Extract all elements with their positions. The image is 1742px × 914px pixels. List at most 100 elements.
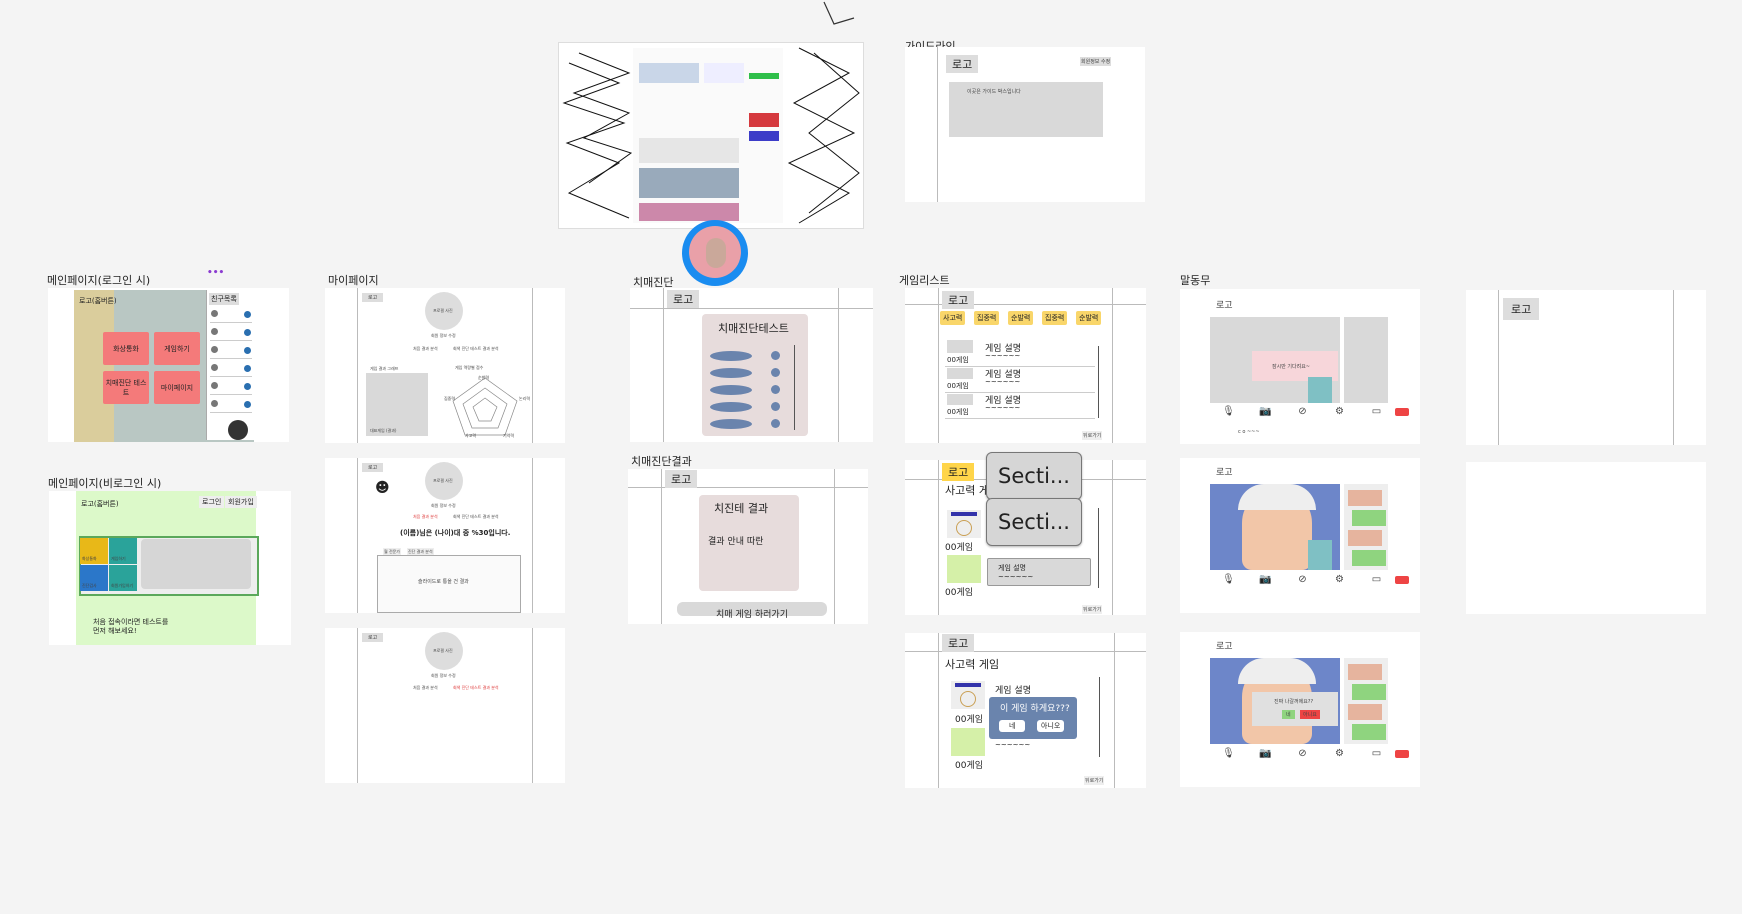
section-card[interactable]: Secti... (986, 452, 1082, 500)
go-game-button[interactable]: 치매 게임 하러가기 (677, 602, 827, 620)
slide-box[interactable]: 슬라이드로 통을 건 결과 (377, 555, 521, 613)
modal-no-button[interactable]: 아니오 (1037, 720, 1065, 732)
settings-icon[interactable]: ⚙ (1321, 748, 1358, 759)
result-subtitle: 결과 안내 따란 (708, 537, 764, 547)
mic-icon[interactable]: 🎙 (1210, 748, 1247, 759)
answer-option[interactable] (710, 385, 752, 395)
mic-icon[interactable]: 🎙 (1210, 406, 1247, 417)
section-card[interactable]: Secti... (986, 498, 1082, 546)
frame-mypage-3: 로고 프로필 사진 회원 정보 수정 처음 결과 분석 회색 진단 테스트 결과… (325, 628, 565, 783)
arrow-icon (823, 1, 855, 25)
category-chip[interactable]: 사고력 (940, 311, 966, 325)
logo[interactable]: 로고 (946, 55, 979, 73)
list-item[interactable] (210, 326, 252, 341)
category-chip[interactable]: 집중력 (974, 311, 1000, 325)
category-title: 사고력 게임 (945, 658, 1000, 671)
frame-talk-2: 로고 🎙 📷 ⊘ ⚙ ▭ (1180, 458, 1420, 613)
exit-yes-button[interactable]: 네 (1282, 710, 1295, 719)
back-button[interactable]: 뒤로가기 (1082, 605, 1103, 614)
logo-home[interactable]: 로고(홈버튼) (79, 296, 117, 306)
video-call-button[interactable]: 화상통화 (103, 332, 149, 365)
video-off-icon[interactable]: ⊘ (1284, 748, 1321, 759)
answer-option[interactable] (710, 419, 752, 429)
tab-test-result[interactable]: 회색 진단 테스트 결과 분석 (453, 346, 499, 352)
signup-button[interactable]: 회원가입 (225, 496, 257, 508)
tile-test[interactable]: 진단검사 (80, 565, 108, 591)
tab-test-result[interactable]: 회색 진단 테스트 결과 분석 (453, 685, 499, 691)
list-item[interactable] (210, 344, 252, 359)
mypage-button[interactable]: 마이페이지 (154, 371, 200, 404)
frame-guide: 로고 회원정보 수정 이곳은 가이드 박스입니다 (905, 47, 1145, 202)
frame-talk-3: 로고 진짜 나갈꺼에요?? 네 아니요 🎙 📷 ⊘ ⚙ ▭ (1180, 632, 1420, 787)
category-chip[interactable]: 순발력 (1076, 311, 1102, 325)
profile-photo[interactable]: 프로필 사진 (425, 292, 463, 330)
smile-icon: ☻ (375, 480, 390, 496)
modal-yes-button[interactable]: 네 (999, 720, 1026, 732)
guide-top-right[interactable]: 회원정보 수정 (1080, 57, 1112, 66)
end-call-button[interactable] (1395, 407, 1409, 416)
diag-title: 치매진단테스트 (718, 322, 789, 335)
scrollbar[interactable] (1098, 346, 1099, 418)
list-item[interactable] (210, 308, 252, 323)
answer-option[interactable] (710, 351, 752, 361)
camera-icon[interactable]: 📷 (1247, 574, 1284, 585)
frame-title-mypage: 마이페이지 (328, 274, 379, 287)
call-controls: 🎙 📷 ⊘ ⚙ ▭ (1210, 748, 1409, 759)
scrollbar[interactable] (1099, 677, 1100, 757)
video-off-icon[interactable]: ⊘ (1284, 574, 1321, 585)
tile-video[interactable]: 화상통화 (80, 538, 108, 564)
frame-title-main-guest: 메인페이지(비로그인 시) (48, 477, 162, 490)
test-button[interactable]: 치매진단 테스트 (103, 371, 149, 404)
frame-title-talk: 말동무 (1180, 274, 1211, 287)
tile-game[interactable]: 게임하기 (109, 538, 137, 564)
chat-icon[interactable]: ▭ (1358, 748, 1395, 759)
answer-option[interactable] (710, 402, 752, 412)
back-button[interactable]: 뒤로가기 (1084, 776, 1105, 785)
camera-icon[interactable]: 📷 (1247, 748, 1284, 759)
frame-gamelist-1: 로고 사고력 집중력 순발력 집중력 순발력 00게임 게임 설명 ~~~~~~… (905, 288, 1146, 443)
answer-option[interactable] (710, 368, 752, 378)
end-call-button[interactable] (1395, 575, 1409, 584)
frame-main-login: 로고(홈버튼) 화상통화 게임하기 치매진단 테스트 마이페이지 친구목록 (48, 288, 289, 442)
tab-test-result[interactable]: 회색 진단 테스트 결과 분석 (453, 514, 499, 520)
game-button[interactable]: 게임하기 (154, 332, 200, 365)
end-call-button[interactable] (1395, 749, 1409, 758)
guest-message-2: 먼저 해보세요! (93, 627, 137, 635)
frame-title-gamelist: 게임리스트 (899, 274, 950, 287)
list-item[interactable] (210, 362, 252, 377)
logo-home[interactable]: 로고(홈버튼) (81, 499, 119, 509)
tab-first-result[interactable]: 처음 결과 분석 (413, 514, 438, 520)
call-controls: 🎙 📷 ⊘ ⚙ ▭ (1210, 574, 1409, 585)
video-off-icon[interactable]: ⊘ (1284, 406, 1321, 417)
back-button[interactable]: 뒤로가기 (1082, 431, 1103, 440)
tab-first-result[interactable]: 처음 결과 분석 (413, 346, 438, 352)
exit-no-button[interactable]: 아니요 (1300, 710, 1320, 719)
settings-icon[interactable]: ⚙ (1321, 406, 1358, 417)
category-chip[interactable]: 집중력 (1042, 311, 1068, 325)
category-chip[interactable]: 순발력 (1008, 311, 1034, 325)
profile-photo[interactable]: 프로필 사진 (425, 462, 463, 500)
avatar[interactable] (682, 220, 748, 286)
login-button[interactable]: 로그인 (199, 496, 225, 508)
friends-panel: 친구목록 (206, 290, 255, 440)
confirm-modal: 이 게임 하게요??? 네 아니오 (989, 697, 1077, 739)
tab-first-result[interactable]: 처음 결과 분석 (413, 685, 438, 691)
chat-icon[interactable]: ▭ (1358, 574, 1395, 585)
mic-icon[interactable]: 🎙 (1210, 574, 1247, 585)
chat-icon[interactable]: ▭ (1358, 406, 1395, 417)
scrollbar[interactable] (794, 345, 795, 430)
profile-photo[interactable]: 프로필 사진 (425, 632, 463, 670)
friends-header: 친구목록 (209, 293, 239, 305)
scrollbar[interactable] (1098, 508, 1099, 588)
avatar[interactable] (228, 420, 248, 440)
list-item[interactable] (210, 380, 252, 395)
frame-main-guest: 로고(홈버튼) 로그인 회원가입 화상통화 게임하기 진단검사 회원가입하기 처… (49, 491, 291, 645)
camera-icon[interactable]: 📷 (1247, 406, 1284, 417)
settings-icon[interactable]: ⚙ (1321, 574, 1358, 585)
result-title: 치진테 결과 (714, 502, 769, 515)
more-icon[interactable]: ••• (207, 268, 224, 278)
tile-signup[interactable]: 회원가입하기 (109, 565, 137, 591)
list-item[interactable] (210, 398, 252, 413)
frame-title-main-login: 메인페이지(로그인 시) (47, 274, 151, 287)
frame-gamelist-3: 로고 사고력 게임 00게임 00게임 게임 설명 ~~~~~~ 이 게임 하게… (905, 633, 1146, 788)
